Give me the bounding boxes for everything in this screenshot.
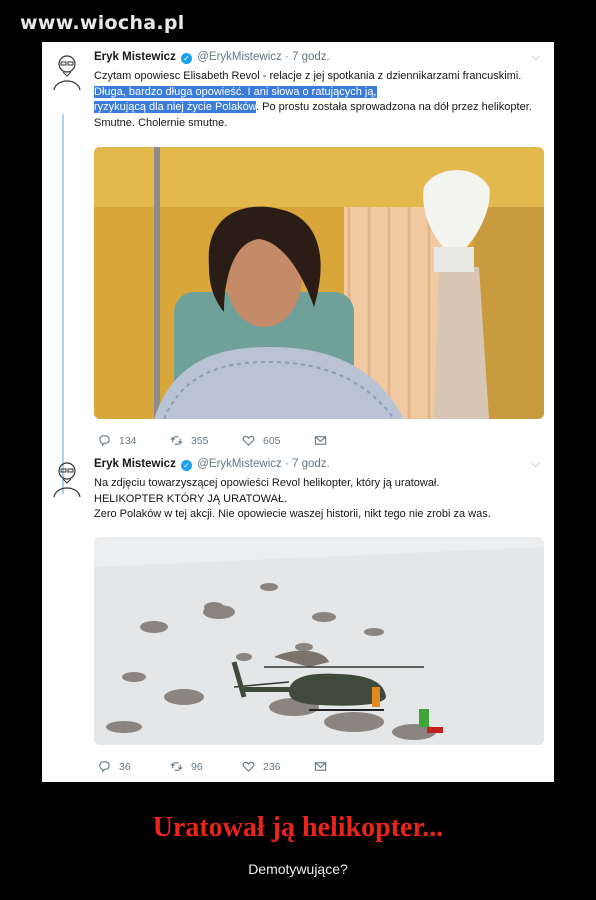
tweet-text: Na zdjęciu towarzyszącej opowieści Revol… bbox=[94, 476, 542, 523]
tweet-screenshot-panel: Eryk Mistewicz ✓ @ErykMistewicz · 7 godz… bbox=[42, 42, 554, 782]
direct-message-button[interactable] bbox=[314, 760, 386, 773]
tweet-photo-hospital[interactable] bbox=[94, 147, 544, 419]
like-count: 605 bbox=[263, 434, 281, 447]
chevron-down-icon[interactable]: ⌵ bbox=[532, 51, 540, 64]
retweet-icon bbox=[170, 436, 183, 445]
avatar-icon[interactable] bbox=[50, 459, 84, 499]
reply-icon bbox=[99, 761, 110, 773]
retweet-button[interactable]: 96 bbox=[170, 760, 242, 773]
demotivator-subtitle: Demotywujące? bbox=[248, 861, 348, 877]
author-name[interactable]: Eryk Mistewicz bbox=[94, 458, 176, 470]
reply-count: 36 bbox=[119, 760, 131, 773]
site-watermark: www.wiocha.pl bbox=[20, 12, 185, 34]
thread-connector-line bbox=[62, 114, 64, 494]
tweet-text-line: HELIKOPTER KTÓRY JĄ URATOWAŁ. bbox=[94, 492, 288, 505]
author-handle[interactable]: @ErykMistewicz bbox=[197, 458, 282, 470]
retweet-icon bbox=[170, 762, 183, 771]
tweet-header: Eryk Mistewicz ✓ @ErykMistewicz · 7 godz… bbox=[94, 458, 330, 471]
tweet-header: Eryk Mistewicz ✓ @ErykMistewicz · 7 godz… bbox=[94, 51, 330, 64]
heart-icon bbox=[242, 435, 255, 446]
tweet-actions: 36 96 236 bbox=[98, 760, 386, 773]
verified-badge-icon: ✓ bbox=[181, 460, 193, 471]
reply-button[interactable]: 36 bbox=[98, 760, 170, 773]
demotivator-title: Uratował ją helikopter... bbox=[152, 812, 444, 843]
envelope-icon bbox=[314, 762, 327, 771]
highlighted-text: ryzykującą dla niej życie Polaków bbox=[94, 101, 257, 113]
tweet-text: Czytam opowiesc Elisabeth Revol - relacj… bbox=[94, 69, 542, 131]
tweet-text-line: Zero Polaków w tej akcji. Nie opowiecie … bbox=[94, 508, 491, 520]
reply-count: 134 bbox=[119, 434, 137, 447]
tweet-time[interactable]: · 7 godz. bbox=[285, 51, 330, 63]
tweet-actions: 134 355 605 bbox=[98, 434, 386, 447]
like-button[interactable]: 236 bbox=[242, 760, 314, 773]
tweet-text-part: Czytam opowiesc Elisabeth Revol - relacj… bbox=[94, 70, 522, 82]
retweet-count: 96 bbox=[191, 760, 203, 773]
author-name[interactable]: Eryk Mistewicz bbox=[94, 51, 176, 63]
tweet-photo-helicopter[interactable] bbox=[94, 537, 544, 745]
envelope-icon bbox=[314, 436, 327, 445]
direct-message-button[interactable] bbox=[314, 434, 386, 447]
verified-badge-icon: ✓ bbox=[181, 53, 193, 64]
tweet-text-line: Na zdjęciu towarzyszącej opowieści Revol… bbox=[94, 477, 440, 489]
retweet-count: 355 bbox=[191, 434, 209, 447]
author-handle[interactable]: @ErykMistewicz bbox=[197, 51, 282, 63]
heart-icon bbox=[242, 761, 255, 772]
highlighted-text: Długa, bardzo długa opowieść. I ani słow… bbox=[94, 85, 377, 98]
tweet-time[interactable]: · 7 godz. bbox=[285, 458, 330, 470]
reply-icon bbox=[99, 435, 110, 447]
avatar-icon[interactable] bbox=[50, 52, 84, 92]
chevron-down-icon[interactable]: ⌵ bbox=[532, 458, 540, 471]
like-count: 236 bbox=[263, 760, 281, 773]
like-button[interactable]: 605 bbox=[242, 434, 314, 447]
reply-button[interactable]: 134 bbox=[98, 434, 170, 447]
retweet-button[interactable]: 355 bbox=[170, 434, 242, 447]
